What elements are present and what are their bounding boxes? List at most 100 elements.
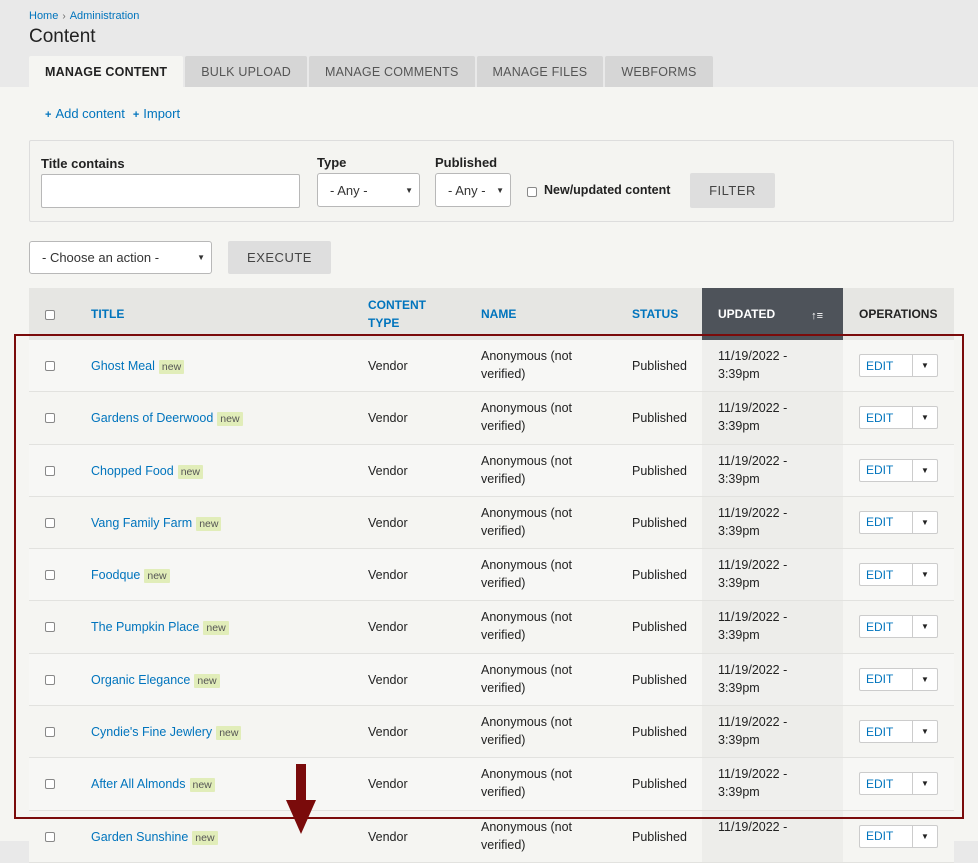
row-operations: EDIT ▼	[859, 406, 938, 430]
row-operations: EDIT ▼	[859, 667, 938, 691]
row-title-link[interactable]: Foodque	[91, 568, 140, 582]
row-author: Anonymous (not verified)	[481, 452, 611, 488]
edit-button[interactable]: EDIT	[860, 564, 913, 586]
tab-webforms[interactable]: WEBFORMS	[605, 56, 713, 87]
row-select-checkbox[interactable]	[45, 361, 55, 371]
table-row: Cyndie's Fine Jewlery new Vendor Anonymous …	[29, 706, 954, 759]
row-content-type: Vendor	[368, 777, 408, 792]
import-label: Import	[143, 106, 181, 121]
table-body: Ghost Meal new Vendor Anonymous (not verifie…	[29, 340, 954, 863]
operations-dropdown-toggle[interactable]: ▼	[913, 669, 937, 690]
new-badge: new	[203, 621, 229, 636]
row-title-link[interactable]: Organic Elegance	[91, 673, 190, 687]
type-select[interactable]: - Any - ▼	[317, 173, 420, 207]
tab-bulk-upload[interactable]: BULK UPLOAD	[185, 56, 307, 87]
row-author-line1: Anonymous (not	[481, 401, 573, 416]
row-title-link[interactable]: Ghost Meal	[91, 359, 155, 373]
header-content-type[interactable]: CONTENT TYPE	[368, 288, 468, 340]
row-updated-line2: 3:39pm	[718, 419, 760, 434]
breadcrumb: Home › Administration	[29, 10, 139, 22]
row-content-type: Vendor	[368, 411, 408, 426]
execute-button[interactable]: EXECUTE	[228, 241, 331, 274]
row-select-checkbox[interactable]	[45, 674, 55, 685]
row-select-checkbox[interactable]	[45, 413, 55, 424]
header-updated[interactable]: UPDATED ↑≡	[702, 288, 843, 340]
operations-dropdown-toggle[interactable]: ▼	[913, 773, 937, 794]
tab-manage-content[interactable]: MANAGE CONTENT	[29, 56, 184, 87]
row-status: Published	[632, 829, 687, 844]
edit-button[interactable]: EDIT	[860, 616, 913, 638]
row-select-checkbox[interactable]	[45, 727, 55, 738]
row-title-link[interactable]: Gardens of Deerwood	[91, 411, 213, 425]
operations-dropdown-toggle[interactable]: ▼	[913, 721, 937, 742]
row-title-link[interactable]: Cyndie's Fine Jewlery	[91, 725, 212, 739]
row-updated: 11/19/2022 - 3:39pm	[718, 452, 787, 488]
row-select-checkbox[interactable]	[45, 831, 55, 842]
operations-dropdown-toggle[interactable]: ▼	[913, 460, 937, 481]
new-badge: new	[217, 412, 243, 427]
header-status[interactable]: STATUS	[632, 288, 702, 340]
row-author-line2: verified)	[481, 628, 526, 643]
edit-button[interactable]: EDIT	[860, 721, 913, 743]
edit-button[interactable]: EDIT	[860, 668, 913, 690]
row-author: Anonymous (not verified)	[481, 661, 611, 697]
edit-button[interactable]: EDIT	[860, 511, 913, 533]
row-select-checkbox[interactable]	[45, 570, 55, 581]
row-status: Published	[632, 359, 687, 373]
operations-dropdown-toggle[interactable]: ▼	[913, 407, 937, 428]
table-row: After All Almonds new Vendor Anonymous (not…	[29, 758, 954, 811]
row-select-checkbox[interactable]	[45, 779, 55, 790]
row-title-link[interactable]: The Pumpkin Place	[91, 620, 199, 634]
import-link[interactable]: + Import	[133, 106, 180, 121]
tab-manage-files[interactable]: MANAGE FILES	[476, 56, 604, 87]
plus-icon: +	[132, 109, 140, 121]
filter-button[interactable]: FILTER	[690, 173, 775, 208]
table-row: Organic Elegance new Vendor Anonymous (not v…	[29, 653, 954, 707]
add-content-link[interactable]: + Add content	[45, 106, 125, 121]
row-author-line1: Anonymous (not	[481, 662, 573, 677]
row-status: Published	[632, 672, 687, 687]
row-updated-line2: 3:39pm	[718, 471, 760, 486]
row-operations: EDIT ▼	[859, 458, 938, 482]
operations-dropdown-toggle[interactable]: ▼	[913, 616, 937, 637]
row-select-checkbox[interactable]	[45, 517, 55, 528]
published-select[interactable]: - Any - ▼	[435, 173, 511, 207]
edit-button[interactable]: EDIT	[860, 355, 913, 376]
new-updated-label: New/updated content	[544, 183, 671, 197]
header-name[interactable]: NAME	[481, 288, 611, 340]
operations-dropdown-toggle[interactable]: ▼	[913, 564, 937, 585]
row-select-checkbox[interactable]	[45, 622, 55, 633]
operations-dropdown-toggle[interactable]: ▼	[913, 826, 937, 847]
edit-button[interactable]: EDIT	[860, 825, 913, 847]
new-updated-checkbox[interactable]	[527, 187, 537, 197]
edit-button[interactable]: EDIT	[860, 773, 913, 795]
row-author: Anonymous (not verified)	[481, 765, 611, 801]
row-status: Published	[632, 777, 687, 792]
operations-dropdown-toggle[interactable]: ▼	[913, 512, 937, 533]
row-updated: 11/19/2022 - 3:39pm	[718, 504, 787, 540]
row-title-link[interactable]: After All Almonds	[91, 777, 186, 791]
header-title[interactable]: TITLE	[91, 288, 291, 340]
select-all-checkbox[interactable]	[45, 310, 55, 320]
header-operations: OPERATIONS	[859, 307, 938, 321]
row-title-link[interactable]: Chopped Food	[91, 464, 174, 478]
row-content-type: Vendor	[368, 463, 408, 478]
bulk-action-select[interactable]: - Choose an action - ▼	[29, 241, 212, 274]
edit-button[interactable]: EDIT	[860, 407, 913, 429]
title-contains-input[interactable]	[41, 174, 300, 208]
row-title-cell: Cyndie's Fine Jewlery new	[91, 723, 242, 742]
tab-manage-comments[interactable]: MANAGE COMMENTS	[308, 56, 475, 87]
chevron-down-icon: ▼	[197, 253, 205, 262]
row-updated-line1: 11/19/2022 -	[718, 767, 788, 782]
row-title-link[interactable]: Vang Family Farm	[91, 516, 192, 530]
row-title-link[interactable]: Garden Sunshine	[91, 830, 188, 844]
row-author: Anonymous (not verified)	[481, 608, 611, 644]
breadcrumb-administration[interactable]: Administration	[70, 10, 140, 22]
edit-button[interactable]: EDIT	[860, 459, 913, 481]
new-badge: new	[196, 516, 222, 531]
operations-dropdown-toggle[interactable]: ▼	[913, 355, 937, 376]
breadcrumb-home[interactable]: Home	[29, 10, 58, 22]
table-row: Ghost Meal new Vendor Anonymous (not verifie…	[29, 340, 954, 393]
row-select-checkbox[interactable]	[45, 465, 55, 476]
filter-form: Title contains Type - Any - ▼ Published -…	[29, 140, 954, 222]
